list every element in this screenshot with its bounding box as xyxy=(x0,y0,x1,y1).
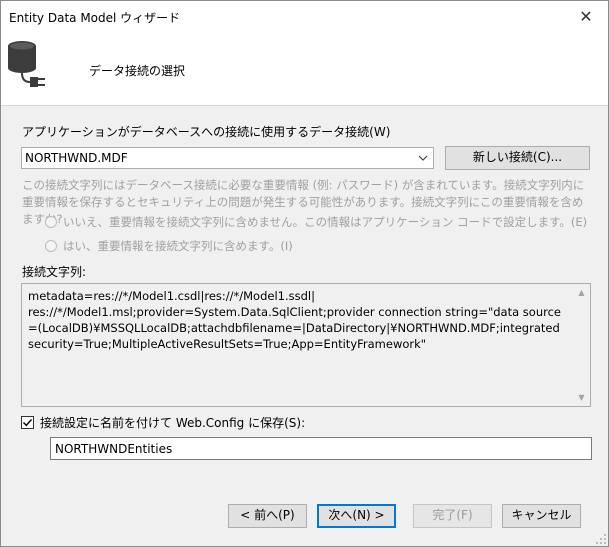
connection-select[interactable]: NORTHWND.MDF xyxy=(21,147,434,169)
title-bar: Entity Data Model ウィザード ✕ xyxy=(1,1,608,31)
page-title: データ接続の選択 xyxy=(89,64,186,78)
scroll-up-icon[interactable]: ▲ xyxy=(573,284,590,301)
save-config-checkbox[interactable] xyxy=(21,416,34,429)
scroll-down-icon[interactable]: ▼ xyxy=(573,389,590,406)
back-button[interactable]: < 前へ(P) xyxy=(228,504,307,528)
radio-yes[interactable] xyxy=(45,240,57,252)
wizard-window: Entity Data Model ウィザード ✕ データ接続の選択 アプリケー… xyxy=(0,0,609,547)
connection-string-text: metadata=res://*/Model1.csdl|res://*/Mod… xyxy=(28,289,561,351)
connection-string-label: 接続文字列: xyxy=(22,265,87,279)
radio-option-yes[interactable]: はい、重要情報を接続文字列に含めます。(I) xyxy=(45,238,293,254)
chevron-down-icon[interactable] xyxy=(413,148,433,168)
vertical-scrollbar[interactable]: ▲ ▼ xyxy=(573,284,590,406)
save-config-row[interactable]: 接続設定に名前を付けて Web.Config に保存(S): xyxy=(21,414,305,431)
close-button[interactable]: ✕ xyxy=(564,1,608,31)
database-plug-icon xyxy=(8,41,45,87)
checkmark-icon xyxy=(23,419,33,427)
cancel-button[interactable]: キャンセル xyxy=(502,504,581,528)
save-config-label: 接続設定に名前を付けて Web.Config に保存(S): xyxy=(40,416,306,430)
connection-label: アプリケーションがデータベースへの接続に使用するデータ接続(W) xyxy=(22,125,391,139)
wizard-content: アプリケーションがデータベースへの接続に使用するデータ接続(W) NORTHWN… xyxy=(1,106,608,546)
next-button[interactable]: 次へ(N) > xyxy=(317,504,396,528)
new-connection-button[interactable]: 新しい接続(C)... xyxy=(445,146,590,170)
wizard-header: データ接続の選択 xyxy=(1,31,608,106)
close-icon: ✕ xyxy=(579,6,593,26)
connection-string-textarea[interactable]: metadata=res://*/Model1.csdl|res://*/Mod… xyxy=(21,283,591,407)
finish-button[interactable]: 完了(F) xyxy=(413,504,492,528)
radio-no-label: いいえ、重要情報を接続文字列に含めません。この情報はアプリケーション コードで設… xyxy=(63,215,588,229)
entity-name-field[interactable] xyxy=(50,437,592,460)
radio-no[interactable] xyxy=(45,216,57,228)
window-title: Entity Data Model ウィザード xyxy=(9,11,181,25)
connection-select-value: NORTHWND.MDF xyxy=(25,151,128,165)
radio-option-no[interactable]: いいえ、重要情報を接続文字列に含めません。この情報はアプリケーション コードで設… xyxy=(45,214,587,230)
radio-yes-label: はい、重要情報を接続文字列に含めます。(I) xyxy=(63,239,293,253)
entity-name-input[interactable] xyxy=(55,439,585,458)
resize-grip-icon[interactable] xyxy=(596,534,606,544)
